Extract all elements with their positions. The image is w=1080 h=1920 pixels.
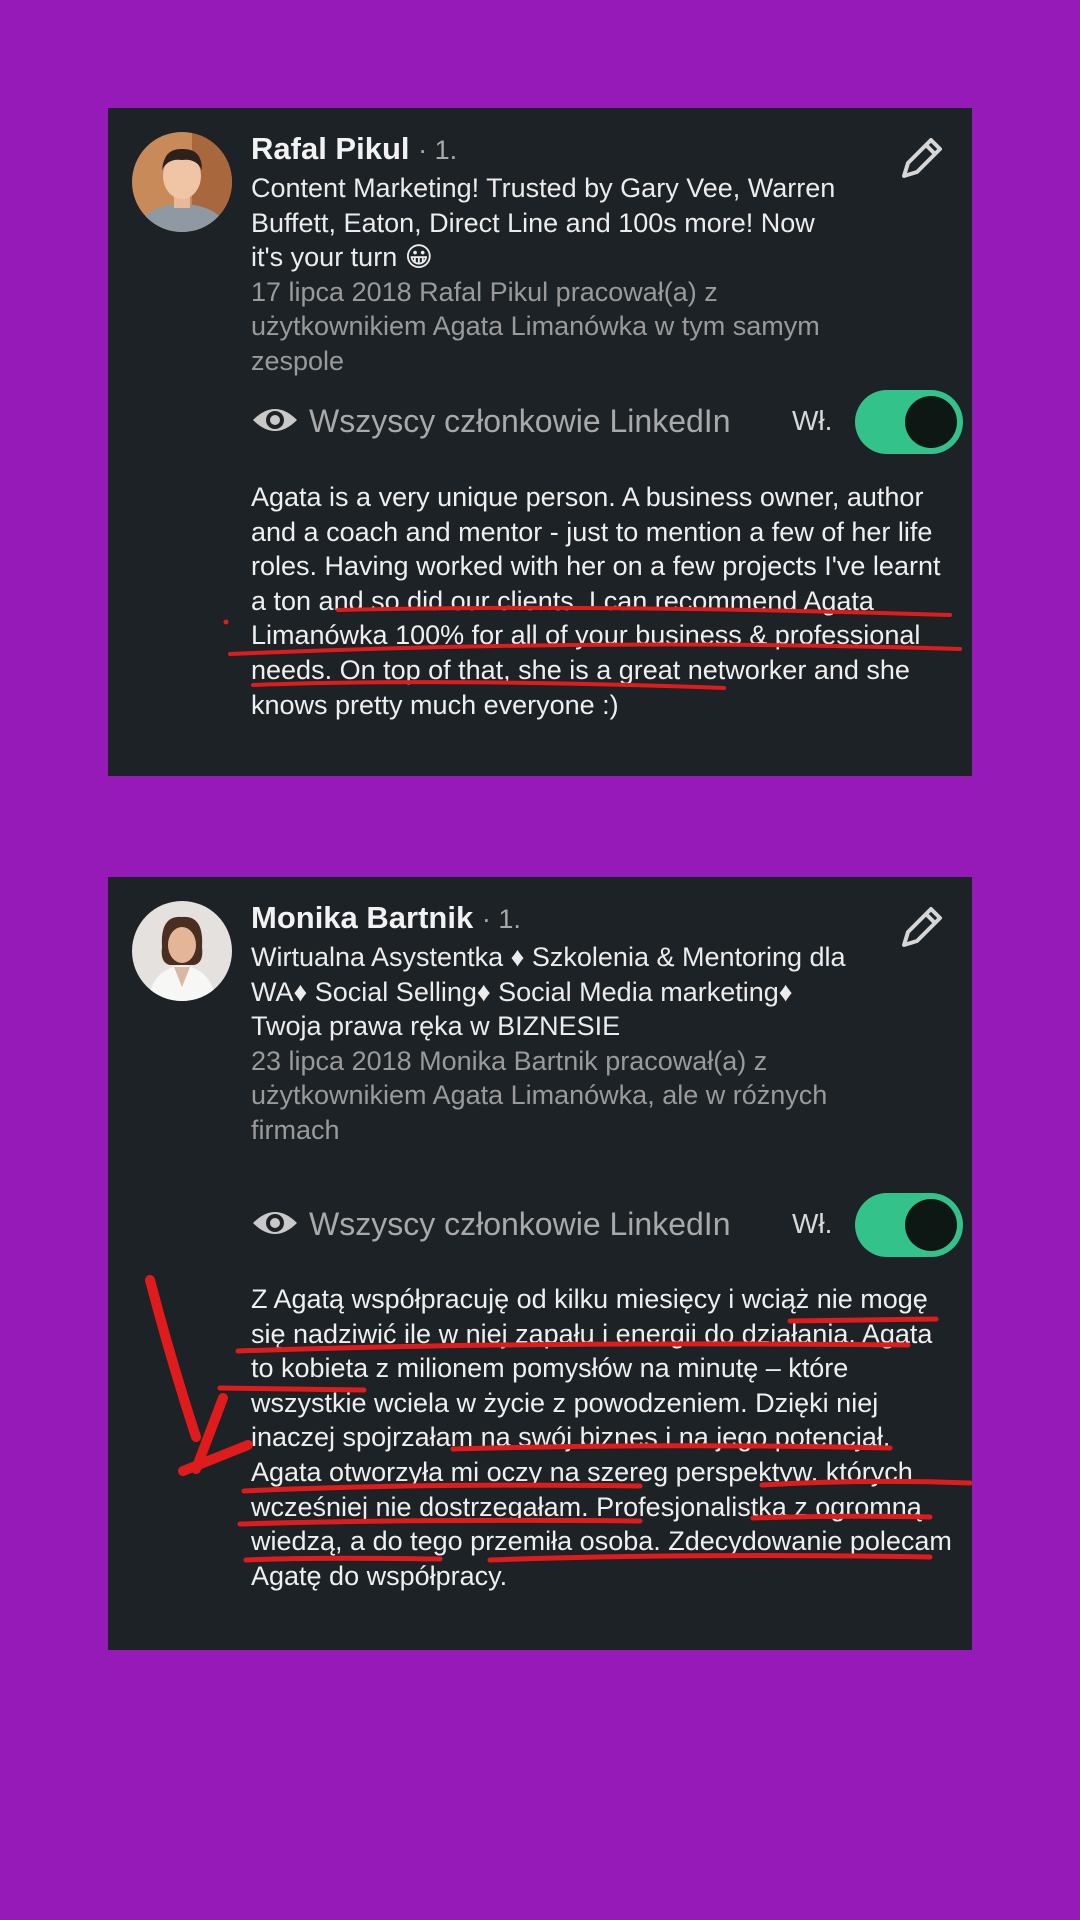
toggle-knob xyxy=(905,396,957,448)
recommendation-meta: 17 lipca 2018 Rafal Pikul pracował(a) z … xyxy=(251,276,820,376)
visibility-toggle[interactable] xyxy=(855,390,963,454)
card-header: Monika Bartnik · 1. Wirtualna Asystentka… xyxy=(251,899,851,1147)
toggle-label: Wł. xyxy=(792,405,833,436)
person-name[interactable]: Rafal Pikul xyxy=(251,131,410,166)
recommendation-text: Agata is a very unique person. A busines… xyxy=(251,482,941,720)
toggle-knob xyxy=(905,1199,957,1251)
person-name[interactable]: Monika Bartnik xyxy=(251,900,473,935)
connection-degree: · 1. xyxy=(418,135,458,165)
eye-icon xyxy=(251,1207,299,1239)
visibility-label[interactable]: Wszyscy członkowie LinkedIn xyxy=(309,1205,730,1243)
recommendation-meta: 23 lipca 2018 Monika Bartnik pracował(a)… xyxy=(251,1045,828,1145)
recommendation-card-rafal: Rafal Pikul · 1. Content Marketing! Trus… xyxy=(108,108,972,776)
eye-icon xyxy=(251,404,299,436)
visibility-row: Wszyscy członkowie LinkedIn Wł. xyxy=(251,390,963,454)
avatar[interactable] xyxy=(132,901,232,1001)
toggle-label: Wł. xyxy=(792,1208,833,1239)
recommendation-text: Z Agatą współpracuję od kilku miesięcy i… xyxy=(251,1284,952,1591)
visibility-toggle[interactable] xyxy=(855,1193,963,1257)
recommendation-card-monika: Monika Bartnik · 1. Wirtualna Asystentka… xyxy=(108,877,972,1650)
avatar[interactable] xyxy=(132,132,232,232)
visibility-row: Wszyscy członkowie LinkedIn Wł. xyxy=(251,1193,963,1257)
name-line: Monika Bartnik · 1. xyxy=(251,899,851,938)
connection-degree: · 1. xyxy=(481,904,521,934)
card-header: Rafal Pikul · 1. Content Marketing! Trus… xyxy=(251,130,851,378)
person-headline: Content Marketing! Trusted by Gary Vee, … xyxy=(251,173,836,272)
visibility-label[interactable]: Wszyscy członkowie LinkedIn xyxy=(309,402,730,440)
pencil-icon[interactable] xyxy=(896,901,948,953)
pencil-icon[interactable] xyxy=(896,132,948,184)
name-line: Rafal Pikul · 1. xyxy=(251,130,851,169)
person-headline: Wirtualna Asystentka ♦ Szkolenia & Mento… xyxy=(251,942,846,1041)
